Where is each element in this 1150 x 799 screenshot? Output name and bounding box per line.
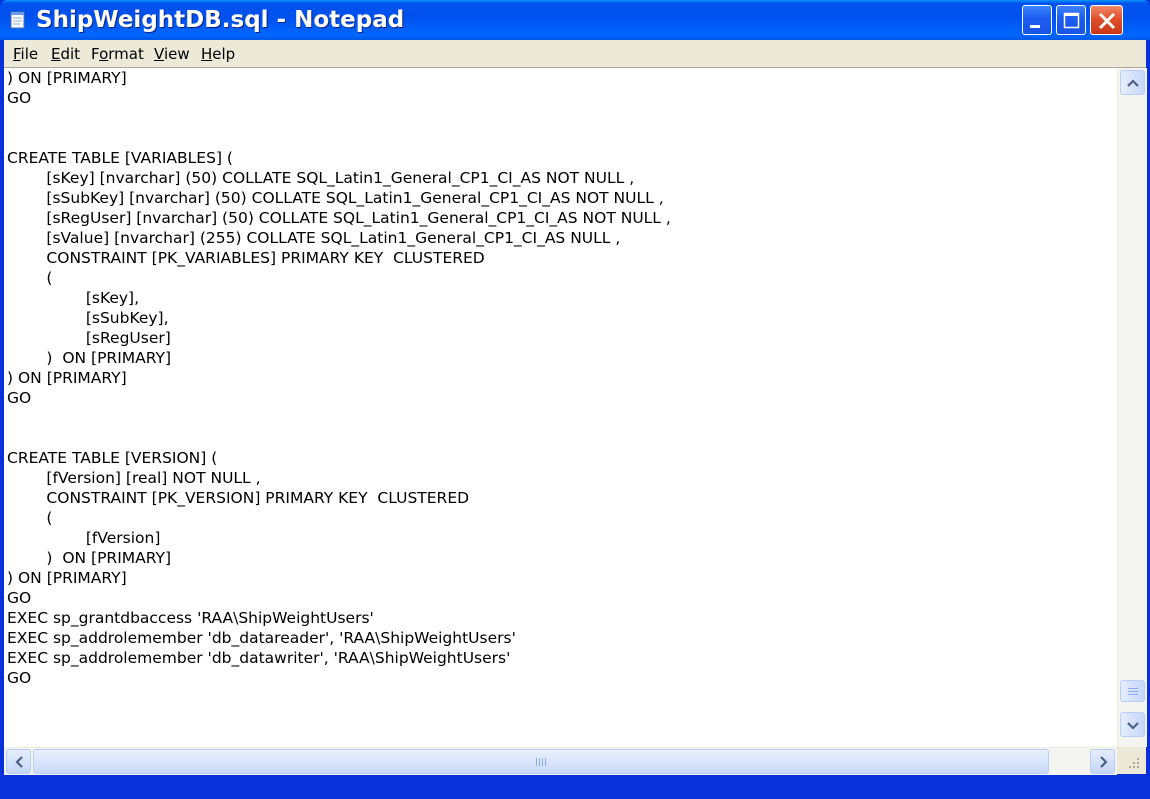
scroll-down-button[interactable] xyxy=(1120,712,1145,737)
code-line: EXEC sp_addrolemember 'db_datareader', '… xyxy=(7,629,516,647)
menu-file[interactable]: File xyxy=(13,44,38,64)
menu-file-mnemonic: F xyxy=(13,45,21,63)
menu-view[interactable]: View xyxy=(154,44,190,64)
menu-format-prefix: F xyxy=(91,45,100,63)
vertical-scrollbar[interactable] xyxy=(1117,68,1147,747)
code-line: [sKey], xyxy=(7,289,140,307)
code-line: ) ON [PRIMARY] xyxy=(7,569,127,587)
scroll-up-button[interactable] xyxy=(1120,70,1145,95)
code-line: [sSubKey], xyxy=(7,309,169,327)
vertical-scroll-thumb[interactable] xyxy=(1120,680,1145,702)
menu-help[interactable]: Help xyxy=(201,44,235,64)
title-bar[interactable]: ShipWeightDB.sql - Notepad xyxy=(0,0,1150,40)
text-content[interactable]: ) ON [PRIMARY] GO CREATE TABLE [VARIABLE… xyxy=(7,68,1107,768)
code-line: EXEC sp_addrolemember 'db_datawriter', '… xyxy=(7,649,511,667)
menu-view-mnemonic: V xyxy=(154,45,164,63)
code-line: [sRegUser] [nvarchar] (50) COLLATE SQL_L… xyxy=(7,209,671,227)
code-line: ) ON [PRIMARY] xyxy=(7,549,172,567)
minimize-button[interactable] xyxy=(1022,5,1052,35)
menu-format[interactable]: Format xyxy=(91,44,144,64)
code-line: CREATE TABLE [VERSION] ( xyxy=(7,449,218,467)
close-button[interactable] xyxy=(1090,5,1123,35)
code-line: GO xyxy=(7,589,32,607)
minimize-icon xyxy=(1030,25,1040,28)
menu-format-label: rmat xyxy=(108,45,144,63)
maximize-icon xyxy=(1063,12,1080,29)
code-line: CREATE TABLE [VARIABLES] ( xyxy=(7,149,233,167)
menu-help-mnemonic: H xyxy=(201,45,213,63)
code-line: [fVersion] [real] NOT NULL , xyxy=(7,469,261,487)
resize-grip-icon[interactable] xyxy=(1117,747,1146,774)
menu-help-label: elp xyxy=(212,45,236,63)
menu-edit-label: dit xyxy=(60,45,81,63)
code-line: ) ON [PRIMARY] xyxy=(7,349,172,367)
menu-format-mnemonic: o xyxy=(99,45,109,63)
menu-edit[interactable]: Edit xyxy=(51,44,80,64)
maximize-button[interactable] xyxy=(1056,5,1086,35)
chevron-left-icon xyxy=(15,756,23,768)
code-line: ) ON [PRIMARY] xyxy=(7,369,127,387)
notepad-icon[interactable] xyxy=(9,11,27,29)
scroll-right-button[interactable] xyxy=(1090,749,1115,774)
code-line: ( xyxy=(7,509,53,527)
text-editor[interactable]: ) ON [PRIMARY] GO CREATE TABLE [VARIABLE… xyxy=(4,67,1147,775)
code-line: [fVersion] xyxy=(7,529,161,547)
chevron-down-icon xyxy=(1127,722,1139,730)
menu-file-label: ile xyxy=(20,45,39,63)
notepad-window: ShipWeightDB.sql - Notepad File Edit For… xyxy=(0,0,1150,799)
code-line: GO xyxy=(7,389,32,407)
code-line: CONSTRAINT [PK_VERSION] PRIMARY KEY CLUS… xyxy=(7,489,470,507)
code-line: ( xyxy=(7,269,53,287)
chevron-up-icon xyxy=(1127,79,1139,87)
code-line: CONSTRAINT [PK_VARIABLES] PRIMARY KEY CL… xyxy=(7,249,485,267)
code-line: ) ON [PRIMARY] xyxy=(7,69,127,87)
menu-view-label: iew xyxy=(163,45,190,63)
close-icon xyxy=(1098,12,1116,30)
code-line: GO xyxy=(7,669,32,687)
chevron-right-icon xyxy=(1100,756,1108,768)
code-line: [sValue] [nvarchar] (255) COLLATE SQL_La… xyxy=(7,229,621,247)
code-line: [sRegUser] xyxy=(7,329,171,347)
horizontal-scroll-thumb[interactable] xyxy=(33,749,1049,774)
code-line: GO xyxy=(7,89,32,107)
menu-bar: File Edit Format View Help xyxy=(4,40,1146,67)
scroll-left-button[interactable] xyxy=(6,749,31,774)
horizontal-scrollbar[interactable] xyxy=(4,747,1117,775)
code-line: [sSubKey] [nvarchar] (50) COLLATE SQL_La… xyxy=(7,189,664,207)
code-line: [sKey] [nvarchar] (50) COLLATE SQL_Latin… xyxy=(7,169,635,187)
window-title: ShipWeightDB.sql - Notepad xyxy=(36,7,405,33)
code-line: EXEC sp_grantdbaccess 'RAA\ShipWeightUse… xyxy=(7,609,374,627)
